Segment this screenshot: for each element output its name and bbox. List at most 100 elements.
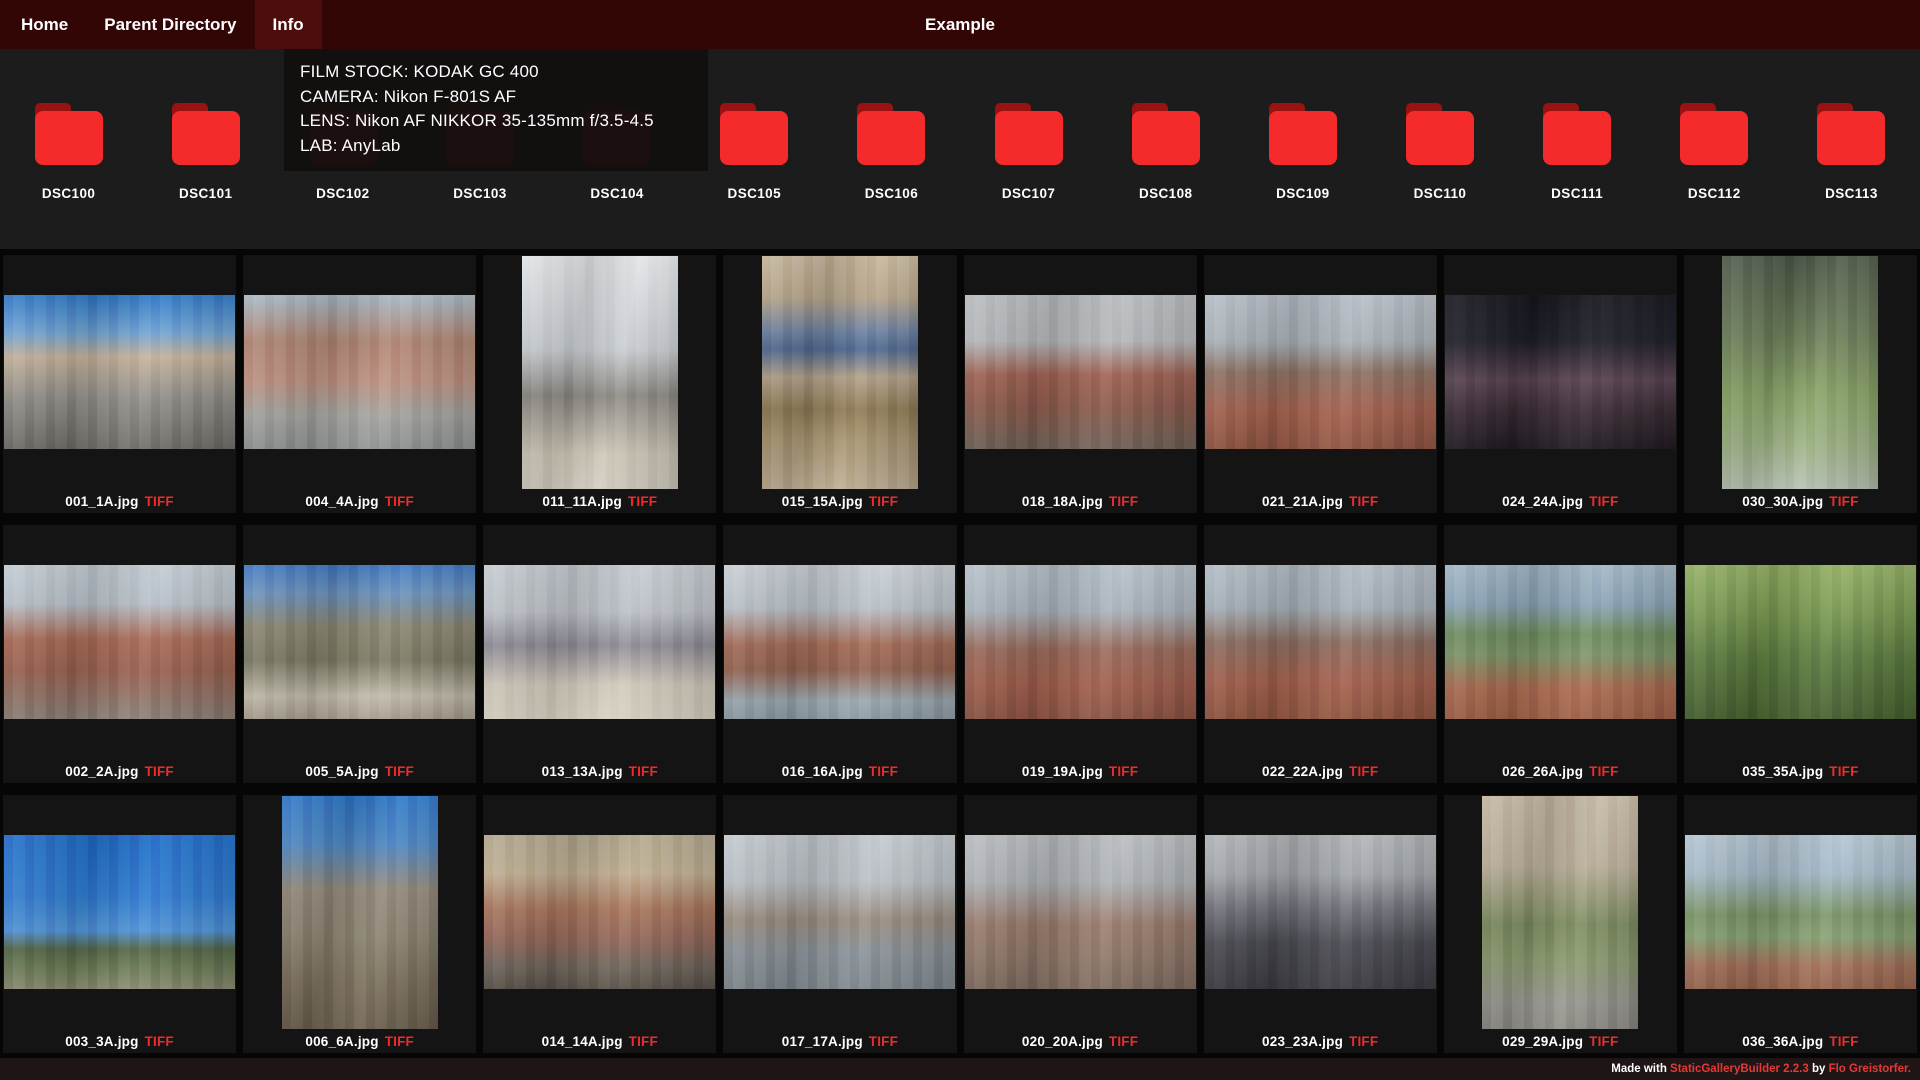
photo-thumbnail[interactable] [761, 255, 918, 489]
folder-item[interactable]: DSC109 [1234, 103, 1371, 249]
photo-thumbnail[interactable] [4, 835, 236, 989]
filename-link[interactable]: 006_6A.jpg [305, 1034, 378, 1049]
tiff-link[interactable]: TIFF [145, 494, 174, 509]
author-link[interactable]: Flo Greistorfer. [1829, 1063, 1911, 1075]
filename-link[interactable]: 020_20A.jpg [1022, 1034, 1103, 1049]
tiff-link[interactable]: TIFF [1349, 1034, 1378, 1049]
photo-thumbnail[interactable] [964, 295, 1196, 449]
tiff-link[interactable]: TIFF [629, 764, 658, 779]
folder-icon [171, 103, 241, 165]
tiff-link[interactable]: TIFF [1349, 764, 1378, 779]
folder-item[interactable]: DSC113 [1783, 103, 1920, 249]
nav-item[interactable]: Info [254, 0, 322, 49]
filename-link[interactable]: 011_11A.jpg [542, 494, 622, 509]
photo-thumbnail[interactable] [1482, 795, 1639, 1029]
tiff-link[interactable]: TIFF [629, 1034, 658, 1049]
gallery-cell: 021_21A.jpg TIFF [1203, 255, 1437, 513]
tiff-link[interactable]: TIFF [869, 494, 898, 509]
folder-item[interactable]: DSC112 [1646, 103, 1783, 249]
folder-item[interactable]: DSC107 [960, 103, 1097, 249]
tiff-link[interactable]: TIFF [628, 494, 657, 509]
folder-icon [1268, 103, 1338, 165]
tiff-link[interactable]: TIFF [145, 764, 174, 779]
filename-link[interactable]: 002_2A.jpg [65, 764, 138, 779]
photo-thumbnail[interactable] [244, 565, 476, 719]
filename-link[interactable]: 023_23A.jpg [1262, 1034, 1343, 1049]
filename-link[interactable]: 035_35A.jpg [1742, 764, 1823, 779]
folder-item[interactable]: DSC108 [1097, 103, 1234, 249]
info-line: LENS: Nikon AF NIKKOR 35-135mm f/3.5-4.5 [300, 111, 654, 130]
tiff-link[interactable]: TIFF [385, 764, 414, 779]
gallery-cell: 015_15A.jpg TIFF [723, 255, 957, 513]
tiff-link[interactable]: TIFF [1829, 1034, 1858, 1049]
tiff-link[interactable]: TIFF [385, 1034, 414, 1049]
caption: 026_26A.jpg TIFF [1502, 759, 1618, 783]
tiff-link[interactable]: TIFF [1349, 494, 1378, 509]
photo-thumbnail[interactable] [4, 565, 236, 719]
gallery-cell: 023_23A.jpg TIFF [1203, 795, 1437, 1053]
folder-item[interactable]: DSC100 [0, 103, 137, 249]
builder-link[interactable]: StaticGalleryBuilder 2.2.3 [1670, 1063, 1809, 1075]
photo-thumbnail[interactable] [1204, 295, 1436, 449]
photo-thumbnail[interactable] [1444, 565, 1676, 719]
photo-thumbnail[interactable] [1684, 565, 1916, 719]
filename-link[interactable]: 029_29A.jpg [1502, 1034, 1583, 1049]
filename-link[interactable]: 024_24A.jpg [1502, 494, 1583, 509]
filename-link[interactable]: 019_19A.jpg [1022, 764, 1103, 779]
folder-label: DSC100 [41, 186, 96, 201]
filename-link[interactable]: 005_5A.jpg [305, 764, 378, 779]
tiff-link[interactable]: TIFF [1109, 494, 1138, 509]
caption: 004_4A.jpg TIFF [305, 489, 414, 513]
thumbnail-area [243, 525, 476, 759]
tiff-link[interactable]: TIFF [869, 764, 898, 779]
filename-link[interactable]: 017_17A.jpg [782, 1034, 863, 1049]
folder-label: DSC113 [1825, 186, 1878, 201]
filename-link[interactable]: 026_26A.jpg [1502, 764, 1583, 779]
tiff-link[interactable]: TIFF [1829, 494, 1858, 509]
folder-item[interactable]: DSC106 [823, 103, 960, 249]
tiff-link[interactable]: TIFF [869, 1034, 898, 1049]
filename-link[interactable]: 016_16A.jpg [782, 764, 863, 779]
filename-link[interactable]: 004_4A.jpg [305, 494, 378, 509]
photo-thumbnail[interactable] [281, 795, 438, 1029]
folder-label: DSC102 [316, 186, 370, 201]
photo-thumbnail[interactable] [724, 835, 956, 989]
filename-link[interactable]: 036_36A.jpg [1742, 1034, 1823, 1049]
photo-thumbnail[interactable] [244, 295, 476, 449]
folder-item[interactable]: DSC111 [1509, 103, 1646, 249]
filename-link[interactable]: 001_1A.jpg [65, 494, 138, 509]
photo-thumbnail[interactable] [1444, 295, 1676, 449]
tiff-link[interactable]: TIFF [1829, 764, 1858, 779]
tiff-link[interactable]: TIFF [385, 494, 414, 509]
filename-link[interactable]: 015_15A.jpg [782, 494, 863, 509]
tiff-link[interactable]: TIFF [1589, 764, 1618, 779]
photo-thumbnail[interactable] [1722, 255, 1879, 489]
tiff-link[interactable]: TIFF [1589, 494, 1618, 509]
filename-link[interactable]: 013_13A.jpg [542, 764, 623, 779]
filename-link[interactable]: 003_3A.jpg [65, 1034, 138, 1049]
filename-link[interactable]: 021_21A.jpg [1262, 494, 1343, 509]
tiff-link[interactable]: TIFF [1589, 1034, 1618, 1049]
caption: 035_35A.jpg TIFF [1742, 759, 1858, 783]
photo-thumbnail[interactable] [1204, 565, 1436, 719]
photo-thumbnail[interactable] [1684, 835, 1916, 989]
photo-thumbnail[interactable] [484, 835, 716, 989]
folder-item[interactable]: DSC101 [137, 103, 274, 249]
tiff-link[interactable]: TIFF [1109, 1034, 1138, 1049]
photo-thumbnail[interactable] [484, 565, 716, 719]
filename-link[interactable]: 014_14A.jpg [542, 1034, 623, 1049]
filename-link[interactable]: 022_22A.jpg [1262, 764, 1343, 779]
folder-item[interactable]: DSC110 [1371, 103, 1508, 249]
photo-thumbnail[interactable] [724, 565, 956, 719]
photo-thumbnail[interactable] [964, 565, 1196, 719]
photo-thumbnail[interactable] [1204, 835, 1436, 989]
photo-thumbnail[interactable] [521, 255, 678, 489]
photo-thumbnail[interactable] [964, 835, 1196, 989]
tiff-link[interactable]: TIFF [1109, 764, 1138, 779]
nav-item[interactable]: Parent Directory [86, 0, 254, 49]
tiff-link[interactable]: TIFF [145, 1034, 174, 1049]
photo-thumbnail[interactable] [4, 295, 236, 449]
nav-item[interactable]: Home [3, 0, 86, 49]
filename-link[interactable]: 018_18A.jpg [1022, 494, 1103, 509]
filename-link[interactable]: 030_30A.jpg [1742, 494, 1823, 509]
